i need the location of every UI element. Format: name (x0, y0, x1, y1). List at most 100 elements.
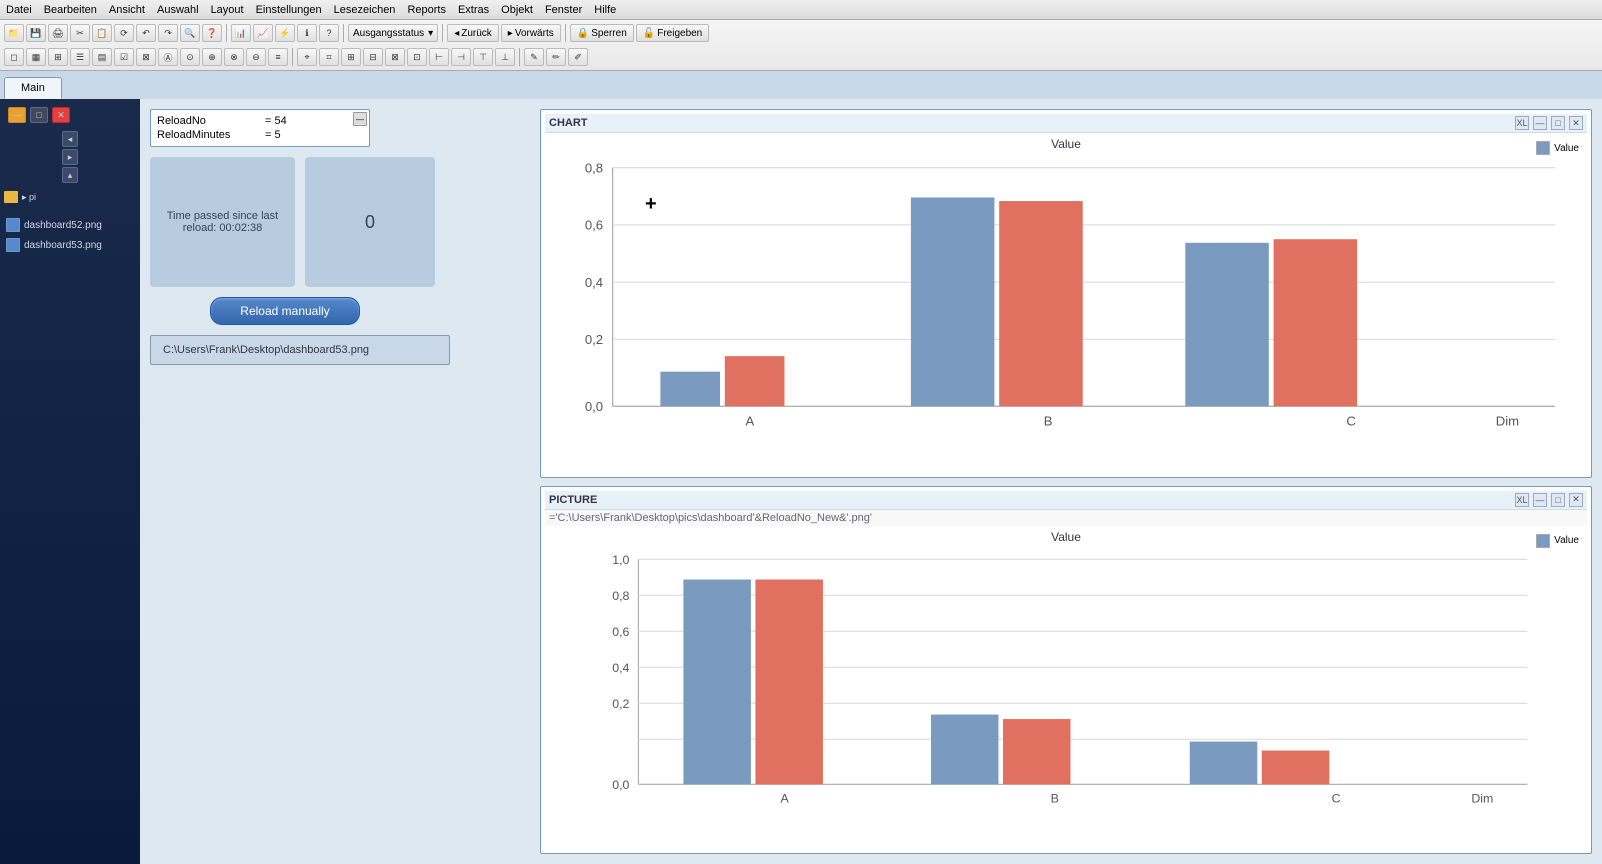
sidebar-up-btn[interactable]: ▴ (62, 167, 78, 183)
ausgangsstatus-dropdown[interactable]: Ausgangsstatus ▾ (348, 24, 438, 42)
tb2-btn-16[interactable]: ⊞ (341, 48, 361, 66)
chart-bottom-controls: XL — □ ✕ (1515, 493, 1583, 507)
tb2-btn-23[interactable]: ⊥ (495, 48, 515, 66)
tb2-btn-19[interactable]: ⊡ (407, 48, 427, 66)
menu-item-layout[interactable]: Layout (211, 4, 244, 16)
menu-item-einstellungen[interactable]: Einstellungen (256, 4, 322, 16)
toolbar-row-1: 📁 💾 🖨 ✂ 📋 ⟳ ↶ ↷ 🔍 ❓ 📊 📈 ⚡ ℹ ? Ausgangsst… (4, 22, 1598, 44)
tb2-btn-21[interactable]: ⊣ (451, 48, 471, 66)
chart-top-maximize-btn[interactable]: □ (1551, 116, 1565, 130)
tb2-btn-7[interactable]: ⊠ (136, 48, 156, 66)
tb2-btn-13[interactable]: ≡ (268, 48, 288, 66)
chart-bottom-close-btn[interactable]: ✕ (1569, 493, 1583, 507)
sperren-button[interactable]: 🔒 Sperren (570, 24, 634, 42)
tb2-btn-14[interactable]: ⌖ (297, 48, 317, 66)
svg-text:B: B (1044, 413, 1053, 428)
toolbar-btn-9[interactable]: 🔍 (180, 24, 200, 42)
zuruck-button[interactable]: ◂ Zurück (447, 24, 499, 42)
toolbar-btn-1[interactable]: 📁 (4, 24, 24, 42)
toolbar-btn-11[interactable]: 📊 (231, 24, 251, 42)
toolbar-sep-2 (343, 24, 344, 42)
sidebar-maximize-btn[interactable]: □ (30, 107, 48, 123)
svg-text:Dim: Dim (1496, 413, 1519, 428)
menu-item-fenster[interactable]: Fenster (545, 4, 582, 16)
tb2-btn-22[interactable]: ⊤ (473, 48, 493, 66)
tb2-btn-24[interactable]: ✎ (524, 48, 544, 66)
tb2-btn-3[interactable]: ⊞ (48, 48, 68, 66)
sidebar-file-item-1[interactable]: dashboard52.png (4, 217, 136, 233)
tb2-btn-15[interactable]: ⌗ (319, 48, 339, 66)
tb2-btn-2[interactable]: ▦ (26, 48, 46, 66)
toolbar-btn-13[interactable]: ⚡ (275, 24, 295, 42)
menu-item-datei[interactable]: Datei (6, 4, 32, 16)
toolbar-btn-12[interactable]: 📈 (253, 24, 273, 42)
toolbar-btn-7[interactable]: ↶ (136, 24, 156, 42)
folder-icon (4, 191, 18, 203)
chart-top-title: CHART (549, 117, 588, 129)
menu-item-ansicht[interactable]: Ansicht (109, 4, 145, 16)
toolbar-btn-2[interactable]: 💾 (26, 24, 46, 42)
menu-item-hilfe[interactable]: Hilfe (594, 4, 616, 16)
filepath-box: C:\Users\Frank\Desktop\dashboard53.png (150, 335, 450, 365)
menu-item-objekt[interactable]: Objekt (501, 4, 533, 16)
sidebar-minimize-btn[interactable]: — (8, 107, 26, 123)
tb2-btn-9[interactable]: ⊙ (180, 48, 200, 66)
reload-manually-button[interactable]: Reload manually (210, 297, 360, 325)
chart-top-minimize-btn[interactable]: — (1533, 116, 1547, 130)
tb2-btn-5[interactable]: ▤ (92, 48, 112, 66)
menu-item-extras[interactable]: Extras (458, 4, 489, 16)
chart-top-xl-btn[interactable]: XL (1515, 116, 1529, 130)
sidebar-close-btn[interactable]: ✕ (52, 107, 70, 123)
tb2-btn-11[interactable]: ⊗ (224, 48, 244, 66)
toolbar-btn-3[interactable]: 🖨 (48, 24, 68, 42)
toolbar-btn-10[interactable]: ❓ (202, 24, 222, 42)
menu-item-auswahl[interactable]: Auswahl (157, 4, 199, 16)
toolbar-btn-4[interactable]: ✂ (70, 24, 90, 42)
toolbar-btn-15[interactable]: ? (319, 24, 339, 42)
tb2-btn-20[interactable]: ⊢ (429, 48, 449, 66)
tb2-btn-12[interactable]: ⊖ (246, 48, 266, 66)
data-box-close-btn[interactable]: — (353, 112, 367, 126)
chart-bottom-header: PICTURE XL — □ ✕ (545, 491, 1587, 510)
sidebar: — □ ✕ ◂ ▸ ▴ ▸ pi dashboard52.png dashboa… (0, 99, 140, 864)
tab-main[interactable]: Main (4, 77, 62, 99)
chart-top-legend: Value (1536, 141, 1579, 155)
chart-bottom-maximize-btn[interactable]: □ (1551, 493, 1565, 507)
info-boxes: Time passed since last reload: 00:02:38 … (150, 157, 530, 287)
sidebar-file-item-2[interactable]: dashboard53.png (4, 237, 136, 253)
sidebar-file-label-2: dashboard53.png (24, 240, 102, 251)
chart-top-close-btn[interactable]: ✕ (1569, 116, 1583, 130)
chart-bottom-minimize-btn[interactable]: — (1533, 493, 1547, 507)
tb2-btn-1[interactable]: ◻ (4, 48, 24, 66)
tb2-btn-26[interactable]: ✐ (568, 48, 588, 66)
tb2-btn-18[interactable]: ⊠ (385, 48, 405, 66)
tb2-btn-4[interactable]: ☰ (70, 48, 90, 66)
plus-cursor-icon: + (645, 193, 657, 216)
sidebar-back-btn[interactable]: ◂ (62, 131, 78, 147)
chart-bottom-xl-btn[interactable]: XL (1515, 493, 1529, 507)
toolbar-btn-14[interactable]: ℹ (297, 24, 317, 42)
tb2-btn-10[interactable]: ⊕ (202, 48, 222, 66)
svg-text:0,0: 0,0 (585, 399, 603, 414)
legend-swatch-blue (1536, 141, 1550, 155)
menu-item-reports[interactable]: Reports (407, 4, 446, 16)
menu-item-bearbeiten[interactable]: Bearbeiten (44, 4, 97, 16)
tb2-btn-8[interactable]: Ⓐ (158, 48, 178, 66)
freigeben-button[interactable]: 🔓 Freigeben (636, 24, 709, 42)
sidebar-forward-btn[interactable]: ▸ (62, 149, 78, 165)
tb2-btn-6[interactable]: ☑ (114, 48, 134, 66)
counter-value: 0 (365, 212, 375, 233)
toolbar-btn-8[interactable]: ↷ (158, 24, 178, 42)
tb2-btn-17[interactable]: ⊟ (363, 48, 383, 66)
tb2-btn-25[interactable]: ✏ (546, 48, 566, 66)
tab-bar: Main (0, 71, 1602, 99)
vorwarts-button[interactable]: ▸ Vorwärts (501, 24, 561, 42)
legend-swatch-blue-2 (1536, 534, 1550, 548)
svg-text:C: C (1346, 413, 1355, 428)
svg-text:B: B (1051, 791, 1059, 805)
chart-bottom-formula: ='C:\Users\Frank\Desktop\pics\dashboard'… (549, 512, 872, 524)
menu-item-lesezeichen[interactable]: Lesezeichen (334, 4, 396, 16)
toolbar-btn-5[interactable]: 📋 (92, 24, 112, 42)
toolbar-btn-6[interactable]: ⟳ (114, 24, 134, 42)
svg-text:0,2: 0,2 (612, 696, 629, 710)
